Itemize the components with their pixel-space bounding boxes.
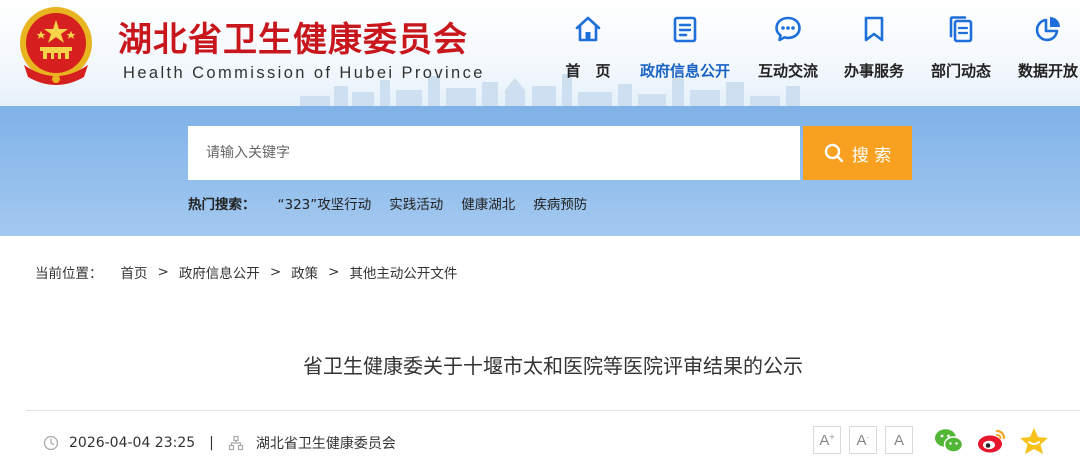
dot-icon: ·	[866, 432, 870, 442]
article-title: 省卫生健康委关于十堰市太和医院等医院评审结果的公示	[303, 354, 803, 378]
national-emblem-icon[interactable]	[14, 3, 98, 89]
breadcrumb-link-other-files[interactable]: 其他主动公开文件	[349, 262, 457, 282]
hot-search-link[interactable]: 疾病预防	[533, 193, 587, 213]
meta-separator: |	[209, 435, 214, 451]
nav-label-home: 首 页	[565, 62, 611, 80]
breadcrumb-link-policy[interactable]: 政策	[291, 262, 318, 282]
article-card: 当前位置： 首页 > 政府信息公开 > 政策 > 其他主动公开文件 省卫生健康委…	[8, 236, 1080, 473]
nav-item-open-data[interactable]: 数据开放	[1003, 14, 1080, 86]
title-divider	[26, 410, 1080, 411]
font-decrease-button[interactable]: A	[885, 426, 913, 454]
breadcrumb-link-home[interactable]: 首页	[121, 262, 148, 282]
pie-chart-icon	[1035, 17, 1060, 42]
site-subtitle: Health Commission of Hubei Province	[123, 64, 485, 82]
nav-item-dept-news[interactable]: 部门动态	[916, 14, 1006, 86]
nav-label-dept-news: 部门动态	[930, 62, 991, 80]
nav-item-services[interactable]: 办事服务	[829, 14, 919, 86]
document-list-icon	[673, 16, 697, 43]
search-button-label: 搜 索	[851, 145, 892, 166]
site-header: 湖北省卫生健康委员会 Health Commission of Hubei Pr…	[0, 0, 1080, 110]
article-source: 湖北省卫生健康委员会	[255, 436, 396, 452]
copy-document-icon	[949, 16, 973, 43]
nav-item-gov-info[interactable]: 政府信息公开	[640, 14, 730, 86]
search-band: 搜 索 热门搜索： “323”攻坚行动 实践活动 健康湖北 疾病预防	[0, 106, 1080, 236]
font-decrease-label: A	[893, 431, 904, 449]
favorite-star-icon[interactable]	[1018, 426, 1050, 456]
home-icon	[575, 16, 601, 42]
hot-search-link[interactable]: 健康湖北	[461, 193, 515, 213]
organization-icon	[228, 435, 243, 451]
nav-label-gov-info: 政府信息公开	[640, 62, 731, 80]
hot-search-row: 热门搜索： “323”攻坚行动 实践活动 健康湖北 疾病预防	[188, 193, 605, 213]
breadcrumb-separator: >	[157, 264, 169, 280]
article-meta: 2026-04-04 23:25 | 湖北省卫生健康委员会	[43, 433, 396, 453]
nav-item-home[interactable]: 首 页	[543, 14, 633, 86]
nav-label-open-data: 数据开放	[1017, 62, 1078, 80]
font-reset-label: A	[856, 431, 867, 449]
font-increase-button[interactable]: A +	[813, 426, 841, 454]
site-title[interactable]: 湖北省卫生健康委员会	[118, 12, 468, 61]
publish-datetime: 2026-04-04 23:25	[69, 435, 196, 451]
font-increase-label: A	[819, 431, 830, 449]
hot-search-link[interactable]: “323”攻坚行动	[278, 193, 372, 213]
font-reset-button[interactable]: A ·	[849, 426, 877, 454]
nav-item-interaction[interactable]: 互动交流	[743, 14, 833, 86]
nav-label-interaction: 互动交流	[757, 62, 818, 80]
weibo-icon[interactable]	[976, 426, 1008, 456]
nav-label-services: 办事服务	[843, 62, 904, 80]
plus-icon: +	[829, 432, 835, 442]
hot-search-link[interactable]: 实践活动	[389, 193, 443, 213]
hot-search-label: 热门搜索：	[188, 197, 256, 213]
breadcrumb-link-gov-info[interactable]: 政府信息公开	[179, 262, 260, 282]
breadcrumb: 当前位置： 首页 > 政府信息公开 > 政策 > 其他主动公开文件	[35, 262, 457, 282]
search-input[interactable]	[188, 126, 800, 180]
breadcrumb-separator: >	[269, 264, 282, 280]
bookmark-icon	[864, 16, 884, 42]
search-button[interactable]: 搜 索	[803, 126, 912, 180]
wechat-icon[interactable]	[933, 426, 965, 456]
clock-icon	[43, 435, 59, 451]
search-icon	[824, 143, 844, 163]
chat-bubble-icon	[775, 16, 801, 42]
breadcrumb-separator: >	[328, 264, 340, 280]
breadcrumb-label: 当前位置：	[35, 266, 103, 282]
